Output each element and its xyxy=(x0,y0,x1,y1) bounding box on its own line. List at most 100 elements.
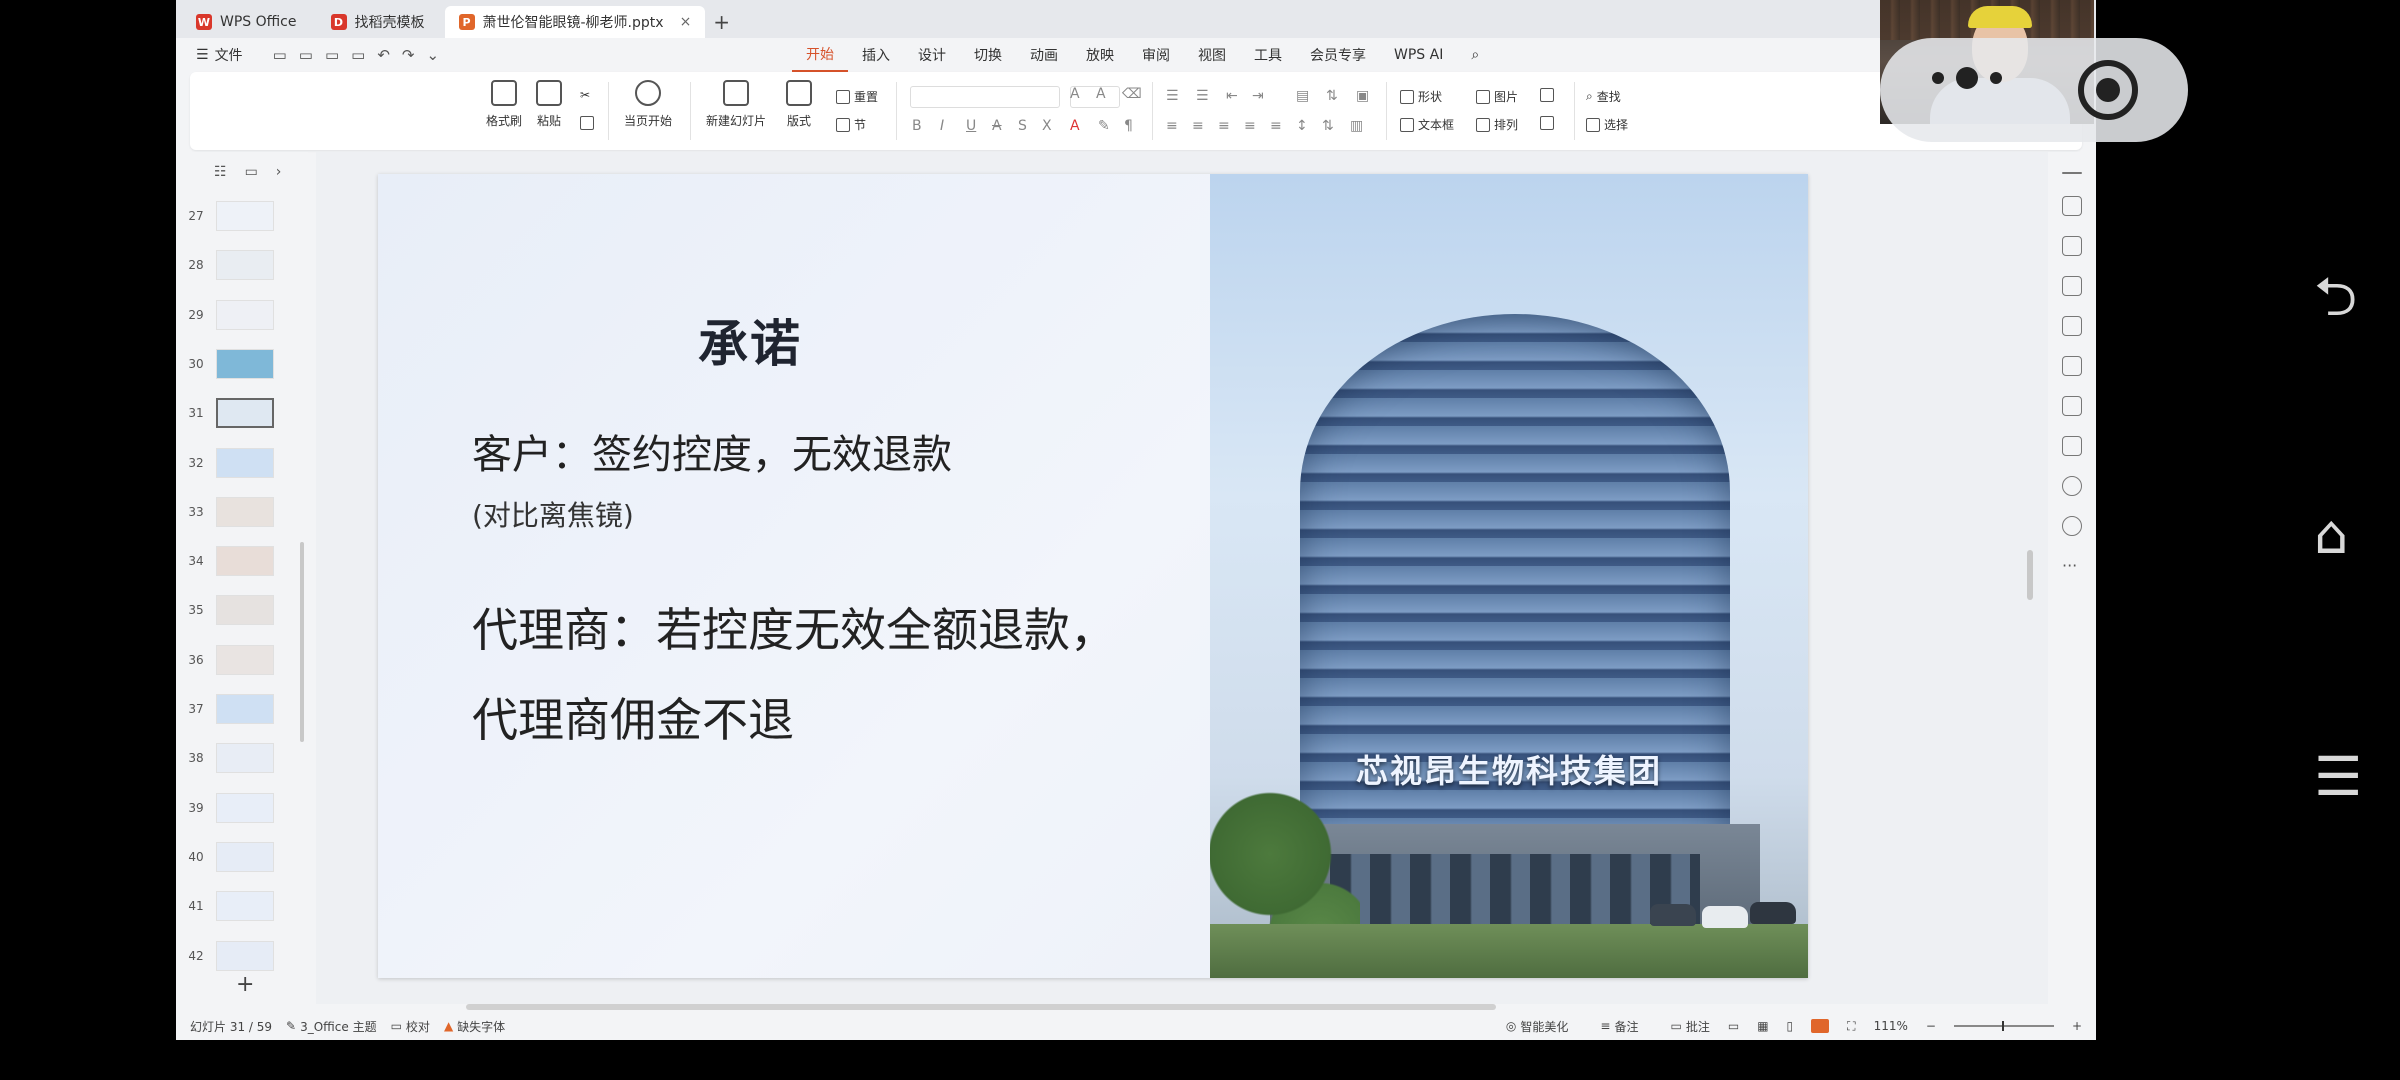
effects-icon[interactable] xyxy=(2062,356,2082,376)
menu-review[interactable]: 审阅 xyxy=(1128,38,1184,72)
clear-format-icon[interactable]: ⌫ xyxy=(1122,86,1142,102)
bullet-list-icon[interactable]: ☰ xyxy=(1166,88,1179,104)
increase-indent-icon[interactable]: ⇥ xyxy=(1252,88,1264,104)
smart-beautify-button[interactable]: ◎ 智能美化 xyxy=(1506,1018,1569,1035)
align-left-icon[interactable]: ≡ xyxy=(1166,118,1178,134)
format-painter-button[interactable]: 格式刷 xyxy=(486,80,522,129)
reading-view-icon[interactable]: ▯ xyxy=(1787,1019,1794,1033)
undo-icon[interactable]: ↶ xyxy=(377,46,390,64)
outline-color-icon[interactable] xyxy=(1540,116,1554,130)
collapse-panel-icon[interactable]: › xyxy=(276,164,282,180)
thumbnail-slide-29[interactable]: 29 xyxy=(176,295,308,335)
play-from-current-button[interactable]: 当页开始 xyxy=(624,80,672,129)
theme-indicator[interactable]: ✎ 3_Office 主题 xyxy=(286,1018,377,1035)
menu-tools[interactable]: 工具 xyxy=(1240,38,1296,72)
italic-icon[interactable]: I xyxy=(940,118,944,134)
redo-icon[interactable]: ↷ xyxy=(402,46,415,64)
reset-button[interactable]: 重置 xyxy=(836,88,878,105)
more-icon[interactable]: ··· xyxy=(2062,556,2082,576)
decrease-indent-icon[interactable]: ⇤ xyxy=(1226,88,1238,104)
properties-icon[interactable] xyxy=(2062,196,2082,216)
outline-view-icon[interactable]: ☷ xyxy=(214,164,227,180)
menu-design[interactable]: 设计 xyxy=(904,38,960,72)
thumbnail-slide-30[interactable]: 30 xyxy=(176,344,308,384)
thumbnail-slide-28[interactable]: 28 xyxy=(176,245,308,285)
menu-animation[interactable]: 动画 xyxy=(1016,38,1072,72)
copy-icon[interactable] xyxy=(580,116,594,130)
line-spacing-icon[interactable]: ↕ xyxy=(1296,118,1308,134)
cut-icon[interactable]: ✂ xyxy=(580,88,590,102)
record-icon[interactable] xyxy=(2078,60,2138,120)
zoom-in-icon[interactable]: + xyxy=(2072,1019,2082,1033)
font-name-select[interactable] xyxy=(910,86,1060,108)
fill-color-icon[interactable] xyxy=(1540,88,1554,102)
new-tab-icon[interactable]: + xyxy=(705,6,738,38)
tab-presentation-file[interactable]: P 萧世伦智能眼镜-柳老师.pptx × xyxy=(444,6,706,38)
building-photo[interactable]: 芯视昂生物科技集团 xyxy=(1210,174,1808,978)
increase-font-icon[interactable]: A xyxy=(1070,86,1080,102)
slide-sorter-icon[interactable]: ▦ xyxy=(1757,1019,1768,1033)
thumbnail-slide-32[interactable]: 32 xyxy=(176,443,308,483)
more-options-icon[interactable] xyxy=(1932,67,2002,89)
comments-button[interactable]: ▭ 批注 xyxy=(1671,1018,1710,1035)
menu-slideshow[interactable]: 放映 xyxy=(1072,38,1128,72)
search-icon[interactable]: ⌕ xyxy=(1457,38,1493,72)
menu-insert[interactable]: 插入 xyxy=(848,38,904,72)
print-preview-icon[interactable]: ▭ xyxy=(351,46,365,64)
feedback-icon[interactable] xyxy=(2062,516,2082,536)
fit-window-icon[interactable]: ⛶ xyxy=(1847,1019,1855,1034)
font-color-icon[interactable]: A xyxy=(1070,118,1080,134)
numbered-list-icon[interactable]: ☰ xyxy=(1196,88,1209,104)
book-icon[interactable] xyxy=(2062,436,2082,456)
thumbnail-slide-39[interactable]: 39 xyxy=(176,788,308,828)
star-icon[interactable] xyxy=(2062,236,2082,256)
minimize-pane-icon[interactable] xyxy=(2062,172,2082,174)
text-direction-icon[interactable]: ⇅ xyxy=(1322,118,1334,134)
thumbnail-slide-33[interactable]: 33 xyxy=(176,492,308,532)
print-icon[interactable]: ▭ xyxy=(325,46,339,64)
thumbnail-slide-37[interactable]: 37 xyxy=(176,689,308,729)
arrange-button[interactable]: 排列 xyxy=(1476,116,1518,133)
find-button[interactable]: ⌕ 查找 xyxy=(1586,88,1621,105)
missing-font-button[interactable]: ▲ 缺失字体 xyxy=(444,1018,505,1035)
tools-icon[interactable] xyxy=(2062,316,2082,336)
convert-smartart-icon[interactable]: ▣ xyxy=(1356,88,1369,104)
thumbnail-slide-31[interactable]: 31 xyxy=(176,393,308,433)
chevron-down-icon[interactable]: ⌄ xyxy=(426,46,439,64)
align-center-icon[interactable]: ≡ xyxy=(1192,118,1204,134)
columns-icon[interactable]: ▥ xyxy=(1350,118,1363,134)
align-right-icon[interactable]: ≡ xyxy=(1218,118,1230,134)
current-slide[interactable]: 承诺 客户：签约控度，无效退款 (对比离焦镜) 代理商：若控度无效全额退款， 代… xyxy=(378,174,1808,978)
menu-icon[interactable]: ☰ xyxy=(2314,750,2362,804)
image-tool-icon[interactable] xyxy=(2062,396,2082,416)
menu-wps-ai[interactable]: WPS AI xyxy=(1380,38,1457,72)
slide-title[interactable]: 承诺 xyxy=(698,304,802,376)
slide-text-customer[interactable]: 客户：签约控度，无效退款 xyxy=(472,422,952,480)
thumbnail-slide-36[interactable]: 36 xyxy=(176,640,308,680)
thumbnail-slide-34[interactable]: 34 xyxy=(176,541,308,581)
layout-button[interactable]: 版式 xyxy=(786,80,812,129)
menu-view[interactable]: 视图 xyxy=(1184,38,1240,72)
thumbnail-scrollbar[interactable] xyxy=(300,542,304,742)
justify-icon[interactable]: ≡ xyxy=(1244,118,1256,134)
help-icon[interactable] xyxy=(2062,476,2082,496)
close-tab-icon[interactable]: × xyxy=(680,14,692,30)
slide-text-comparison[interactable]: (对比离焦镜) xyxy=(472,494,634,534)
strikethrough-icon[interactable]: A xyxy=(992,118,1002,134)
underline-icon[interactable]: U xyxy=(966,118,976,134)
shape-button[interactable]: 形状 xyxy=(1400,88,1442,105)
textbox-button[interactable]: 文本框 xyxy=(1400,116,1454,133)
paste-button[interactable]: 粘贴 xyxy=(536,80,562,129)
thumbnail-view-icon[interactable]: ▭ xyxy=(245,164,258,180)
sort-icon[interactable]: ⇅ xyxy=(1326,88,1338,104)
zoom-out-icon[interactable]: − xyxy=(1926,1019,1936,1033)
zoom-level[interactable]: 111% xyxy=(1874,1019,1908,1033)
picture-button[interactable]: 图片 xyxy=(1476,88,1518,105)
normal-view-icon[interactable]: ▭ xyxy=(1728,1019,1739,1033)
thumbnail-slide-42[interactable]: 42 xyxy=(176,936,308,976)
text-align-icon[interactable]: ▤ xyxy=(1296,88,1309,104)
menu-home[interactable]: 开始 xyxy=(792,38,848,72)
distribute-icon[interactable]: ≡ xyxy=(1270,118,1282,134)
menu-transition[interactable]: 切换 xyxy=(960,38,1016,72)
highlight-icon[interactable]: ✎ xyxy=(1098,118,1110,134)
